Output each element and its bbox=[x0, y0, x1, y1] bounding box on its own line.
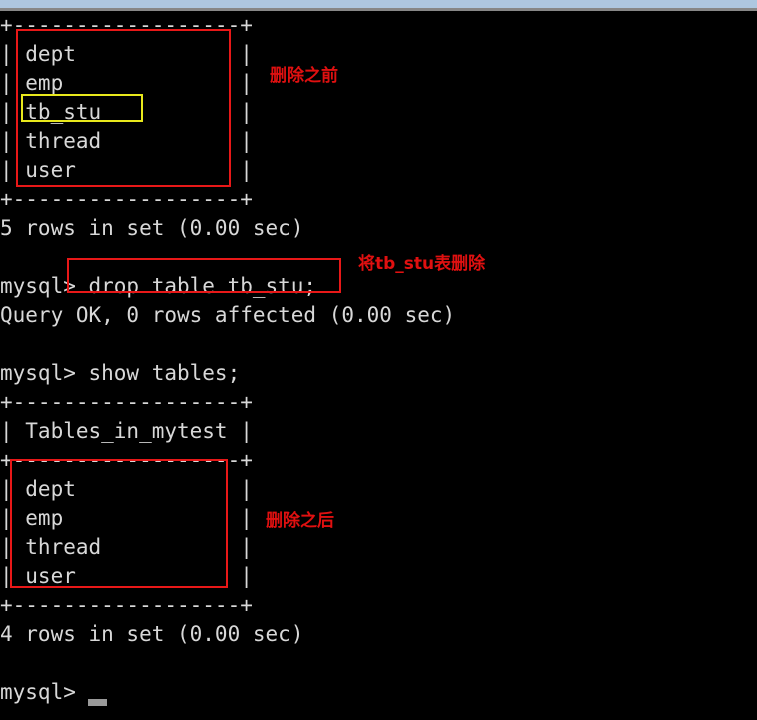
table-row-thread: | thread | bbox=[0, 535, 253, 559]
table-row-dept: | dept | bbox=[0, 42, 253, 66]
terminal-cursor bbox=[88, 699, 107, 706]
table-row-emp: | emp | bbox=[0, 71, 253, 95]
annotation-label-before: 删除之前 bbox=[270, 66, 338, 86]
table-row-dept: | dept | bbox=[0, 477, 253, 501]
show-tables-command: mysql> show tables; bbox=[0, 361, 241, 385]
final-prompt: mysql> bbox=[0, 680, 76, 704]
table-row-tb-stu: | tb_stu | bbox=[0, 100, 253, 124]
terminal-window: +------------------+ | dept | | emp | | … bbox=[0, 0, 757, 720]
rows-in-set-status: 5 rows in set (0.00 sec) bbox=[0, 216, 304, 240]
table-row-thread: | thread | bbox=[0, 129, 253, 153]
table-rule-line: +------------------+ bbox=[0, 187, 253, 211]
table-rule-line: +------------------+ bbox=[0, 448, 253, 472]
table-row-emp: | emp | bbox=[0, 506, 253, 530]
query-ok-status: Query OK, 0 rows affected (0.00 sec) bbox=[0, 303, 456, 327]
table-column-header: | Tables_in_mytest | bbox=[0, 419, 253, 443]
window-titlebar[interactable] bbox=[0, 0, 757, 8]
terminal-output-area[interactable]: +------------------+ | dept | | emp | | … bbox=[0, 11, 757, 720]
table-row-user: | user | bbox=[0, 158, 253, 182]
table-rule-line: +------------------+ bbox=[0, 593, 253, 617]
table-row-user: | user | bbox=[0, 564, 253, 588]
table-rule-line: +------------------+ bbox=[0, 390, 253, 414]
rows-in-set-status: 4 rows in set (0.00 sec) bbox=[0, 622, 304, 646]
drop-table-command: mysql> drop table tb_stu; bbox=[0, 274, 317, 298]
annotation-label-action: 将tb_stu表删除 bbox=[358, 254, 486, 274]
table-rule-line: +------------------+ bbox=[0, 13, 253, 37]
annotation-label-after: 删除之后 bbox=[266, 511, 334, 531]
